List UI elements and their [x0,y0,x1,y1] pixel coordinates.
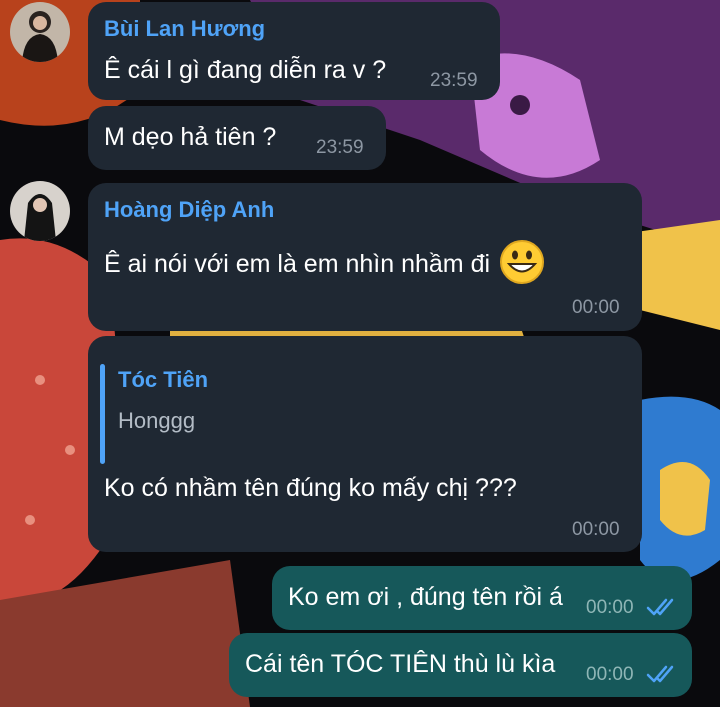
message-time: 00:00 [572,297,620,318]
message-text: Ê cái l gì đang diễn ra v ? [104,56,387,84]
reply-quote-text: Honggg [118,408,196,433]
avatar-hoang-diep-anh[interactable] [10,181,70,241]
sender-name[interactable]: Bùi Lan Hương [104,16,265,42]
outgoing-message-bubble[interactable]: Cái tên TÓC TIÊN thù lù kìa 00:00 [229,633,692,697]
message-time: 23:59 [430,70,478,91]
grinning-face-emoji-icon [499,239,545,292]
message-time: 00:00 [586,597,634,618]
message-text: M dẹo hả tiên ? [104,123,277,151]
message-time: 23:59 [316,137,364,158]
message-bubble[interactable]: Hoàng Diệp Anh Ê ai nói với em là em nhì… [88,183,642,331]
reply-quote-sender: Tóc Tiên [118,367,209,392]
reply-quote-bar [100,364,105,464]
message-bubble[interactable]: Bùi Lan Hương Ê cái l gì đang diễn ra v … [88,2,500,100]
sender-name[interactable]: Hoàng Diệp Anh [104,197,274,223]
message-text: Ko em ơi , đúng tên rồi á [288,583,563,611]
message-text: Ko có nhầm tên đúng ko mấy chị ??? [104,474,517,502]
message-time: 00:00 [572,519,620,540]
message-bubble[interactable]: Tóc Tiên Honggg Ko có nhầm tên đúng ko m… [88,336,642,552]
avatar-bui-lan-huong[interactable] [10,2,70,62]
message-text: Ê ai nói với em là em nhìn nhầm đi [104,239,545,292]
message-bubble[interactable]: M dẹo hả tiên ? 23:59 [88,106,386,170]
outgoing-message-bubble[interactable]: Ko em ơi , đúng tên rồi á 00:00 [272,566,692,630]
message-text-content: Ê ai nói với em là em nhìn nhầm đi [104,250,491,279]
read-double-check-icon [646,596,680,623]
message-text: Cái tên TÓC TIÊN thù lù kìa [245,650,556,678]
read-double-check-icon [646,663,680,690]
message-time: 00:00 [586,664,634,685]
reply-quote[interactable]: Tóc Tiên Honggg [100,364,520,464]
